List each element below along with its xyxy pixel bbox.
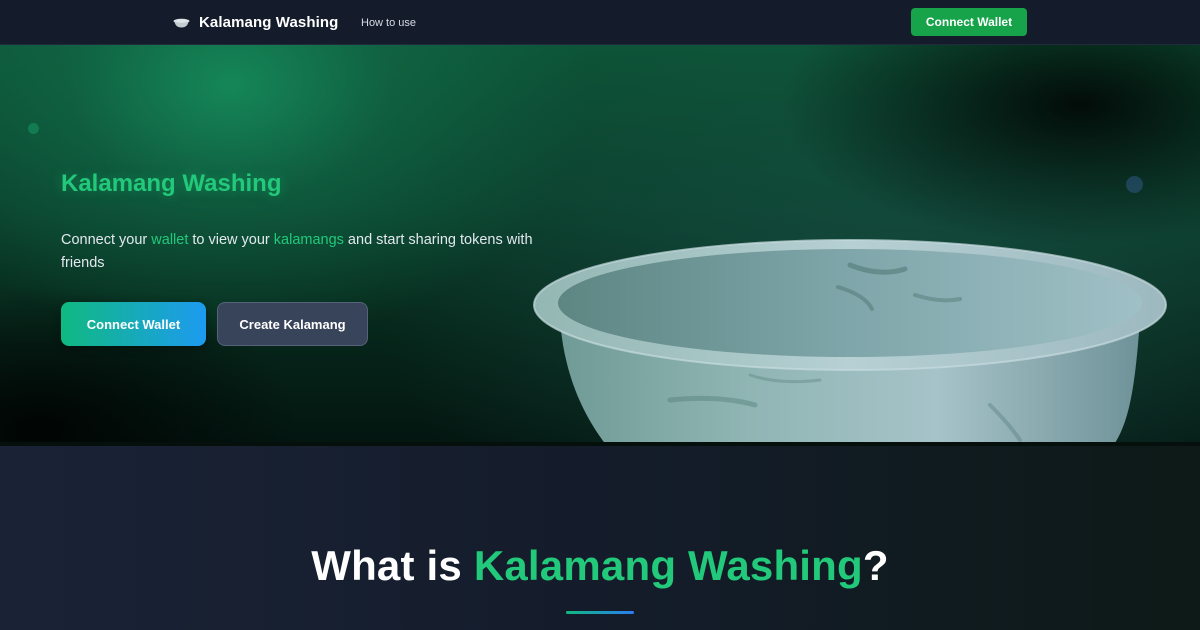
brand-title: Kalamang Washing (199, 14, 339, 31)
highlight-kalamangs: kalamangs (273, 232, 344, 248)
decorative-dot (1126, 176, 1143, 193)
title-underline (566, 611, 634, 614)
hero-shadow (680, 45, 1200, 245)
connect-wallet-button[interactable]: Connect Wallet (61, 302, 206, 346)
bowl-image (520, 225, 1200, 446)
about-section: What is Kalamang Washing? (0, 446, 1200, 630)
about-title-prefix: What is (311, 542, 474, 589)
bowl-icon (173, 17, 190, 29)
hero-section: Kalamang Washing Connect your wallet to … (0, 45, 1200, 446)
about-title-suffix: ? (862, 542, 889, 589)
nav-link-how-to-use[interactable]: How to use (361, 0, 416, 45)
highlight-wallet: wallet (151, 232, 189, 248)
decorative-dot (28, 123, 39, 134)
hero-shadow (0, 266, 300, 446)
description-text: to view your (188, 232, 274, 248)
hero-description: Connect your wallet to view your kalaman… (61, 229, 541, 275)
navbar: Kalamang Washing How to use Connect Wall… (0, 0, 1200, 45)
about-title: What is Kalamang Washing? (0, 542, 1200, 590)
brand[interactable]: Kalamang Washing (173, 0, 338, 45)
about-title-accent: Kalamang Washing (473, 542, 863, 589)
hero-title: Kalamang Washing (61, 170, 282, 197)
connect-wallet-nav-button[interactable]: Connect Wallet (911, 8, 1027, 36)
create-kalamang-button[interactable]: Create Kalamang (217, 302, 368, 346)
description-text: Connect your (61, 232, 152, 248)
